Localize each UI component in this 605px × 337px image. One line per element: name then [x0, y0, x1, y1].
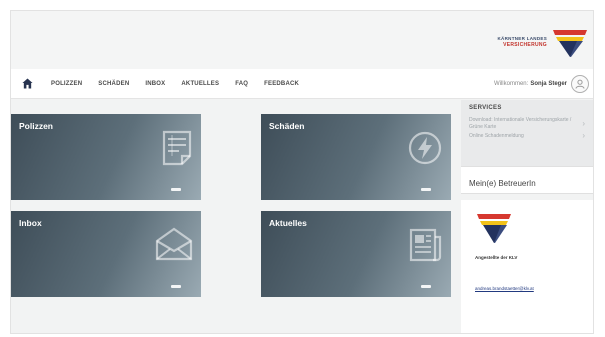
services-panel: SERVICES Download: Internationale Versic… [461, 100, 593, 166]
service-link-green-card[interactable]: Download: Internationale Versicherungska… [469, 117, 587, 130]
service-link-claim-report[interactable]: Online Schadenmeldung › [469, 131, 587, 140]
nav-item-feedback[interactable]: FEEDBACK [256, 81, 307, 87]
nav-item-inbox[interactable]: INBOX [137, 81, 173, 87]
tile-more-indicator[interactable] [171, 285, 181, 288]
tile-polizzen[interactable]: Polizzen [11, 114, 201, 200]
brand-logo-line2: VERSICHERUNG [503, 42, 547, 48]
nav-item-aktuelles[interactable]: AKTUELLES [173, 81, 227, 87]
nav-item-polizzen[interactable]: POLIZZEN [43, 81, 90, 87]
tile-schaeden[interactable]: Schäden [261, 114, 451, 200]
brand-logo[interactable]: KÄRNTNER LANDES VERSICHERUNG [498, 27, 587, 57]
user-profile-button[interactable] [571, 75, 589, 93]
contact-email-link[interactable]: andreas.brandstaetter@klv.at [475, 286, 581, 291]
user-name[interactable]: Sonja Steger [530, 81, 567, 87]
tile-title: Aktuelles [269, 218, 307, 228]
main-navigation: POLIZZEN SCHÄDEN INBOX AKTUELLES FAQ FEE… [11, 69, 593, 99]
tile-title: Schäden [269, 121, 305, 131]
home-button[interactable] [11, 69, 43, 99]
user-icon [575, 79, 585, 89]
app-window: KÄRNTNER LANDES VERSICHERUNG POLIZZEN SC… [10, 10, 594, 334]
service-link-label: Download: Internationale Versicherungska… [469, 117, 572, 130]
home-icon [21, 78, 33, 89]
betreuer-panel: Mein(e) BetreuerIn [461, 166, 593, 194]
betreuer-title: Mein(e) BetreuerIn [469, 179, 536, 188]
tile-more-indicator[interactable] [421, 188, 431, 191]
dashboard-content: Polizzen Schäden Inbox Aktuelles SERVICE… [11, 100, 593, 333]
tile-more-indicator[interactable] [421, 285, 431, 288]
welcome-prefix: Willkommen: [493, 81, 529, 87]
chevron-right-icon: › [582, 118, 585, 128]
tile-inbox[interactable]: Inbox [11, 211, 201, 297]
lightning-bolt-icon [408, 131, 442, 165]
contact-label: Angestellte der KLV [475, 255, 518, 260]
service-link-label: Online Schadenmeldung [469, 133, 524, 139]
services-title: SERVICES [469, 105, 502, 111]
welcome-message: Willkommen: Sonja Steger [494, 69, 567, 99]
brand-logo-icon [477, 214, 511, 243]
tile-aktuelles[interactable]: Aktuelles [261, 211, 451, 297]
contact-card: Angestellte der KLV andreas.brandstaette… [461, 200, 593, 333]
newspaper-icon [409, 228, 442, 262]
brand-logo-text: KÄRNTNER LANDES VERSICHERUNG [498, 36, 548, 48]
top-header: KÄRNTNER LANDES VERSICHERUNG [11, 11, 593, 69]
sidebar: SERVICES Download: Internationale Versic… [459, 100, 593, 333]
tile-title: Inbox [19, 218, 42, 228]
brand-logo-icon [553, 30, 587, 57]
tile-title: Polizzen [19, 121, 54, 131]
nav-item-schaeden[interactable]: SCHÄDEN [90, 81, 137, 87]
document-list-icon [162, 130, 192, 166]
envelope-icon [155, 227, 193, 261]
chevron-right-icon: › [582, 131, 585, 140]
tile-more-indicator[interactable] [171, 188, 181, 191]
nav-item-faq[interactable]: FAQ [227, 81, 256, 87]
